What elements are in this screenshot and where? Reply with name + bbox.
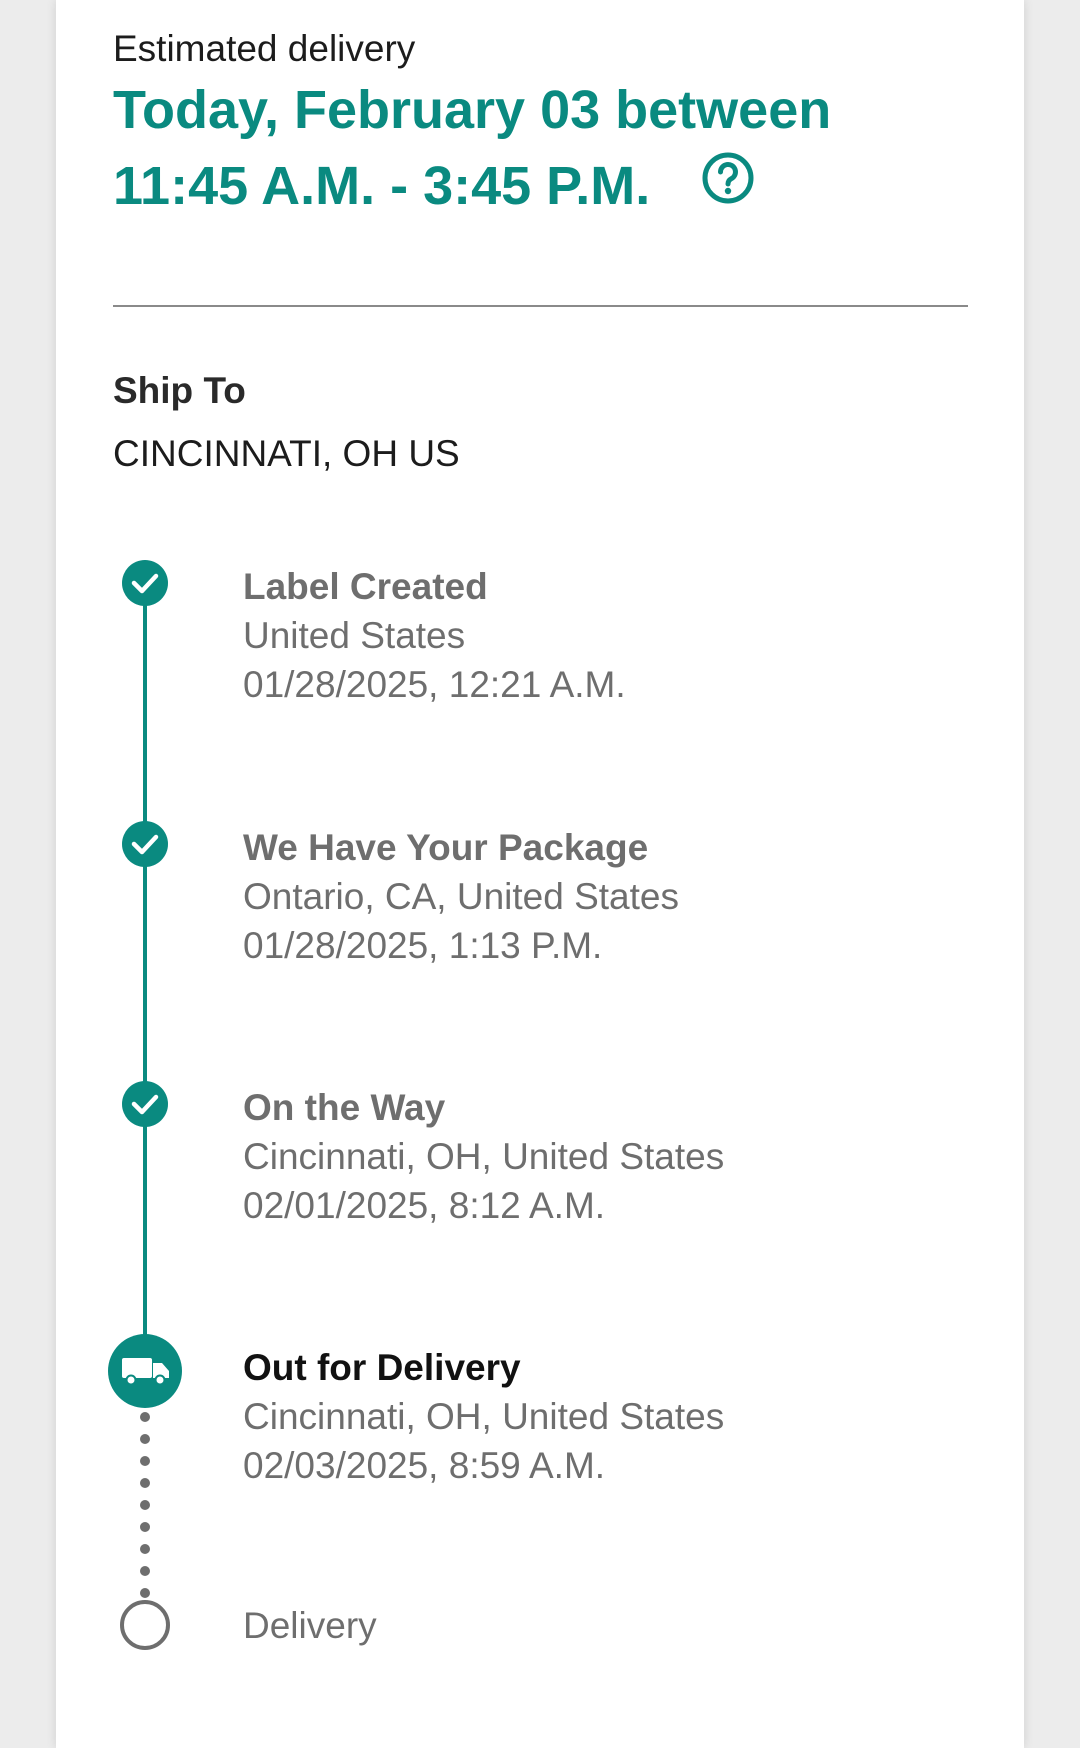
event-title: We Have Your Package [243,827,649,868]
ship-to-label: Ship To [113,370,246,411]
check-circle-icon [122,821,168,867]
ship-to-value: CINCINNATI, OH US [113,433,460,474]
empty-circle-icon [120,1600,170,1650]
estimated-delivery-date: Today, February 03 between [113,80,832,140]
event-location: Ontario, CA, United States [243,876,679,917]
event-location: Cincinnati, OH, United States [243,1396,725,1437]
delivery-truck-icon [108,1334,182,1408]
check-circle-icon [122,560,168,606]
event-location: United States [243,615,466,656]
section-divider [113,305,968,307]
tracking-card: Estimated delivery Today, February 03 be… [56,0,1024,1748]
check-circle-icon [122,1081,168,1127]
event-location: Cincinnati, OH, United States [243,1136,725,1177]
timeline-event-out-for-delivery: Out for Delivery Cincinnati, OH, United … [243,1343,724,1490]
event-datetime: 02/01/2025, 8:12 A.M. [243,1185,606,1226]
event-title: Delivery [243,1605,377,1646]
timeline-event-we-have-your-package: We Have Your Package Ontario, CA, United… [243,823,679,970]
timeline-event-delivery: Delivery [243,1601,377,1650]
event-title: Label Created [243,566,488,607]
question-circle-icon[interactable] [702,152,754,204]
timeline-event-on-the-way: On the Way Cincinnati, OH, United States… [243,1083,724,1230]
event-title: On the Way [243,1087,446,1128]
timeline-event-label-created: Label Created United States 01/28/2025, … [243,562,626,709]
estimated-delivery-label: Estimated delivery [113,28,416,69]
event-datetime: 01/28/2025, 12:21 A.M. [243,664,626,705]
event-datetime: 01/28/2025, 1:13 P.M. [243,925,603,966]
estimated-delivery-window: 11:45 A.M. - 3:45 P.M. [113,156,651,216]
event-title: Out for Delivery [243,1347,521,1388]
event-datetime: 02/03/2025, 8:59 A.M. [243,1445,606,1486]
